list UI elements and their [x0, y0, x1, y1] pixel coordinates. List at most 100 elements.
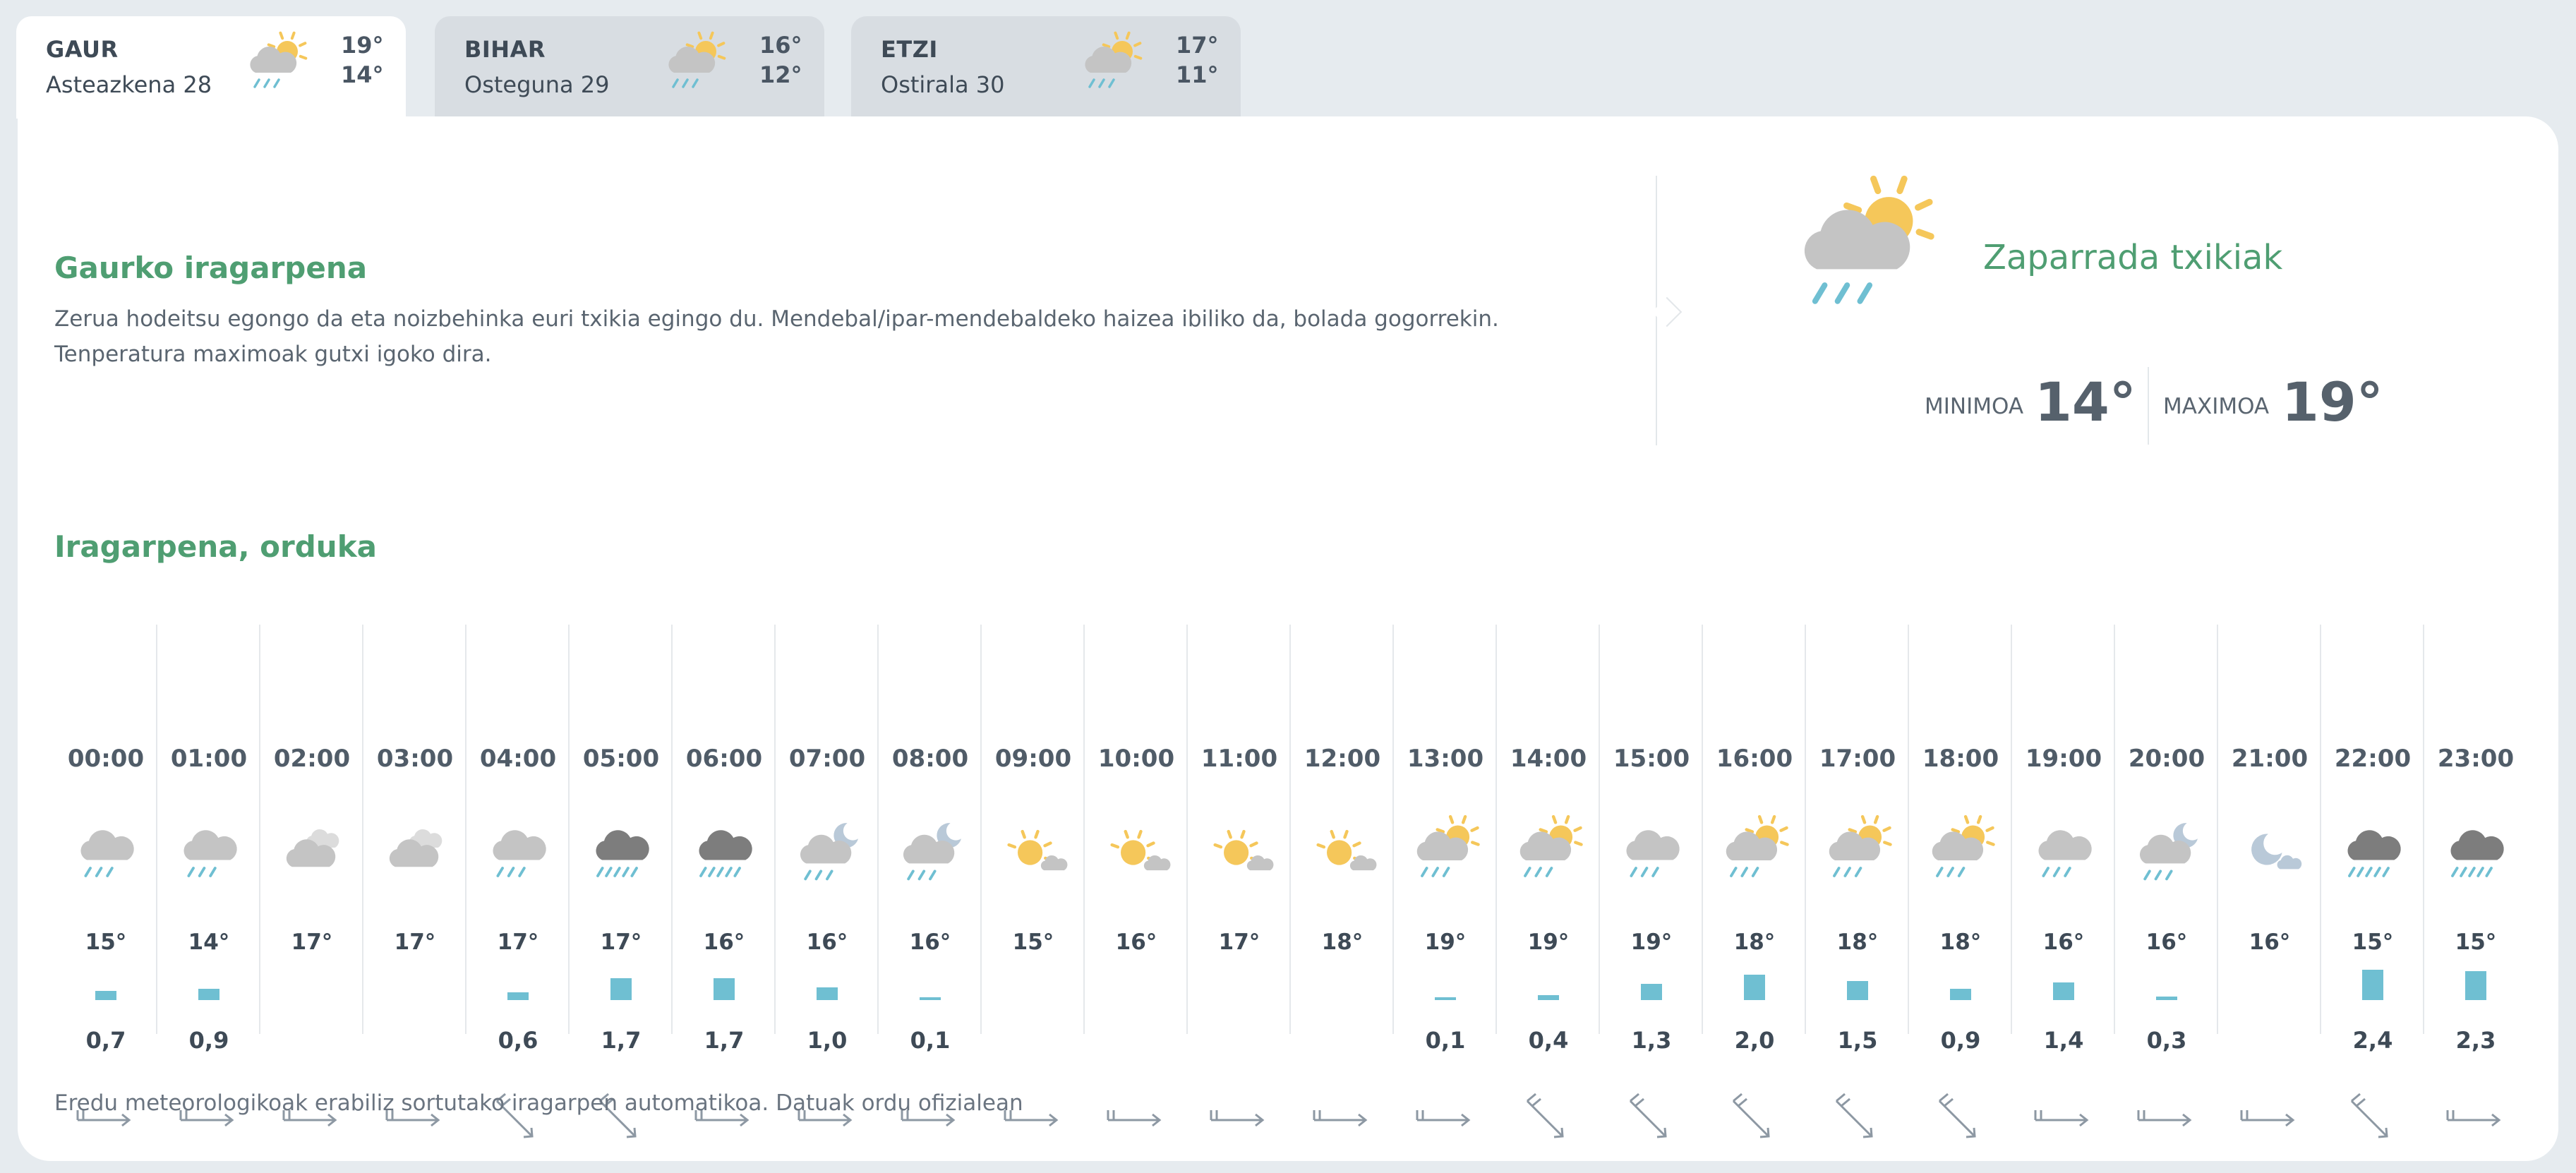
rain-bar	[610, 978, 632, 1000]
hourly-forecast-title: Iragarpena, orduka	[54, 529, 377, 564]
sun-small-cloud-icon	[1110, 829, 1171, 871]
day-tab-name: ETZI	[881, 36, 938, 63]
rain-bar	[1435, 997, 1456, 1000]
moon-cloud-rain-icon	[800, 823, 858, 881]
wind-arrow-icon	[1107, 1110, 1162, 1127]
hour-time: 00:00	[67, 745, 145, 773]
hour-time: 10:00	[1097, 745, 1175, 773]
hour-column: 08:00 16° 0,1	[879, 625, 982, 1127]
rain-bar	[1538, 995, 1559, 1000]
rain-bar	[920, 997, 941, 1000]
rain-bar	[714, 978, 735, 1000]
hour-temp: 16°	[2145, 930, 2188, 955]
hour-time: 17:00	[1819, 745, 1896, 773]
wind-arrow-icon	[2350, 1093, 2388, 1138]
hour-column: 21:00 16°	[2218, 625, 2321, 1127]
day-tab-today[interactable]: GAUR Asteazkena 28 19° 14°	[16, 16, 406, 119]
rain-bar	[2053, 982, 2074, 1000]
hour-temp: 16°	[703, 930, 745, 955]
moon-cloud-rain-icon	[2139, 823, 2198, 881]
wind-arrow-icon	[1313, 1110, 1368, 1127]
hour-time: 22:00	[2334, 745, 2412, 773]
hour-temp: 18°	[1939, 930, 1982, 955]
hour-column: 18:00 18° 0,9	[1909, 625, 2012, 1138]
hour-rain: 2,4	[2352, 1027, 2393, 1054]
forecast-card: Gaurko iragarpena Zerua hodeitsu egongo …	[18, 116, 2558, 1161]
hour-temp: 17°	[394, 930, 436, 955]
sun-cloud-rain-icon	[250, 31, 308, 88]
today-forecast-title: Gaurko iragarpena	[54, 251, 368, 285]
max-temp-label: MAXIMOA	[2163, 394, 2270, 419]
sun-cloud-rain-icon	[1804, 175, 1934, 304]
hour-temp: 15°	[2352, 930, 2394, 955]
hour-time: 13:00	[1407, 745, 1484, 773]
hour-time: 06:00	[685, 745, 763, 773]
clouds-icon	[286, 829, 339, 867]
sun-cloud-rain-icon	[1829, 814, 1892, 877]
day-tab-day-after[interactable]: ETZI Ostirala 30 17° 11°	[851, 16, 1241, 119]
hour-time: 19:00	[2025, 745, 2102, 773]
dark-cloud-heavy-rain-icon	[2347, 830, 2401, 877]
hour-temp: 15°	[2455, 930, 2497, 955]
hour-time: 14:00	[1510, 745, 1587, 773]
hour-temp: 18°	[1836, 930, 1879, 955]
rain-bar-wrap	[2218, 969, 2321, 1000]
rain-bar-wrap	[879, 969, 982, 1000]
wind-arrow-icon	[1938, 1093, 1976, 1138]
hour-temp: 16°	[806, 930, 848, 955]
rain-bar-wrap	[260, 969, 363, 1000]
day-tab-tomorrow[interactable]: BIHAR Osteguna 29 16° 12°	[435, 16, 824, 119]
hourly-forecast-table: 00:00 15° 0,7 01:00 14° 0,9 02:00 17° 03…	[54, 625, 2533, 1147]
wind-arrow-icon	[1416, 1110, 1471, 1127]
hour-rain: 1,7	[704, 1027, 745, 1054]
hour-column: 15:00 19° 1,3	[1600, 625, 1703, 1138]
hour-rain: 2,3	[2455, 1027, 2496, 1054]
day-tab-max: 19°	[341, 32, 384, 59]
rain-bar-wrap	[157, 969, 260, 1000]
sun-cloud-rain-icon	[1726, 814, 1789, 877]
rain-bar-wrap	[1909, 969, 2012, 1000]
rain-bar-wrap	[1188, 969, 1291, 1000]
hour-temp: 15°	[1012, 930, 1054, 955]
hour-time: 08:00	[891, 745, 969, 773]
hour-column: 06:00 16° 1,7	[673, 625, 776, 1127]
hour-rain: 0,3	[2146, 1027, 2187, 1054]
wind-arrow-icon	[2446, 1110, 2501, 1127]
day-tab-name: GAUR	[46, 36, 119, 63]
hour-time: 04:00	[479, 745, 557, 773]
sun-small-cloud-icon	[1007, 829, 1068, 871]
hour-rain: 1,0	[807, 1027, 848, 1054]
hour-column: 19:00 16° 1,4	[2012, 625, 2115, 1127]
wind-arrow-icon	[2240, 1110, 2295, 1127]
hour-temp: 19°	[1424, 930, 1467, 955]
hour-column: 01:00 14° 0,9	[157, 625, 260, 1127]
hour-temp: 16°	[2249, 930, 2291, 955]
sun-cloud-rain-icon	[1932, 814, 1995, 877]
hour-rain: 0,1	[1425, 1027, 1466, 1054]
rain-bar-wrap	[1497, 969, 1600, 1000]
hour-time: 05:00	[582, 745, 660, 773]
hour-column: 20:00 16° 0,3	[2115, 625, 2218, 1127]
hour-column: 03:00 17°	[363, 625, 467, 1127]
sun-small-cloud-icon	[1213, 829, 1274, 871]
rain-bar	[817, 987, 838, 1000]
hour-column: 07:00 16° 1,0	[776, 625, 879, 1127]
moon-cloud-rain-icon	[903, 823, 961, 881]
wind-arrow-icon	[1629, 1093, 1667, 1138]
hour-time: 12:00	[1304, 745, 1381, 773]
hour-temp: 17°	[600, 930, 642, 955]
cloud-rain-icon	[1626, 830, 1680, 877]
hour-column: 17:00 18° 1,5	[1806, 625, 1909, 1138]
rain-bar	[95, 991, 116, 1000]
rain-bar	[198, 989, 219, 1000]
hour-column: 10:00 16°	[1085, 625, 1188, 1127]
hour-temp: 19°	[1630, 930, 1673, 955]
hour-temp: 19°	[1527, 930, 1570, 955]
hour-temp: 17°	[291, 930, 333, 955]
rain-bar-wrap	[673, 969, 776, 1000]
rain-bar-wrap	[1806, 969, 1909, 1000]
cloud-rain-icon	[493, 830, 546, 877]
rain-bar	[1744, 975, 1765, 1000]
condition-text: Zaparrada txikiak	[1983, 238, 2283, 277]
hour-time: 11:00	[1200, 745, 1278, 773]
